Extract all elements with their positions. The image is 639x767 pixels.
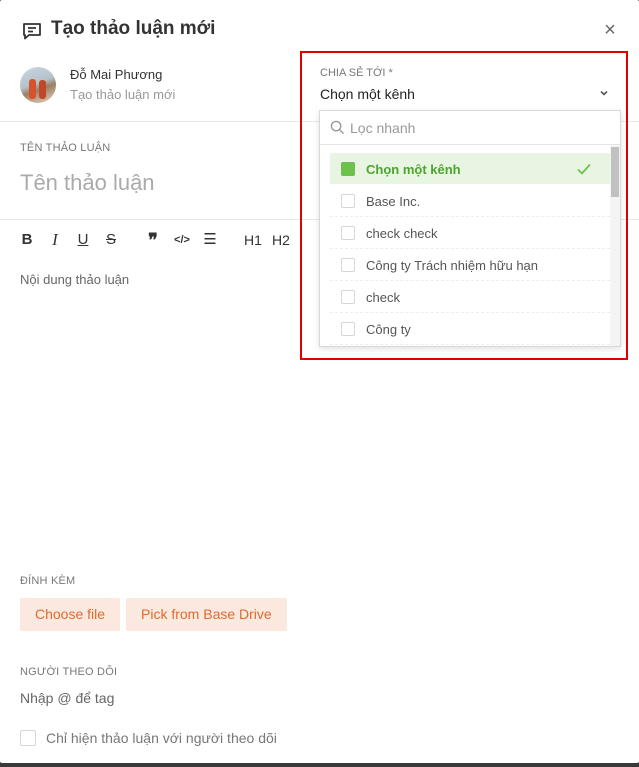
choose-file-button[interactable]: Choose file	[20, 598, 121, 631]
channel-select[interactable]: Chọn một kênh	[320, 86, 415, 102]
option-checkbox[interactable]	[341, 322, 355, 336]
checkmark-icon	[577, 163, 591, 175]
share-label: CHIA SẺ TỚI *	[320, 67, 393, 79]
bold-button[interactable]: B	[18, 228, 36, 252]
channel-option[interactable]: check	[330, 281, 610, 313]
strikethrough-button[interactable]: S	[102, 228, 120, 252]
option-checkbox[interactable]	[341, 162, 355, 176]
author-name: Đỗ Mai Phương	[70, 67, 163, 82]
followers-only-checkbox[interactable]	[20, 730, 36, 746]
channel-list: Chọn một kênh Base Inc. check check Công…	[330, 153, 610, 345]
option-checkbox[interactable]	[341, 194, 355, 208]
chevron-down-icon[interactable]	[598, 87, 610, 99]
option-label: check	[366, 290, 400, 305]
modal-title: Tạo thảo luận mới	[51, 18, 216, 39]
underline-button[interactable]: U	[74, 228, 92, 252]
follower-tag-input[interactable]: Nhập @ để tag	[20, 690, 114, 706]
followers-label: NGƯỜI THEO DÕI	[20, 666, 118, 678]
quote-button[interactable]: ❞	[144, 228, 162, 252]
channel-option[interactable]: check check	[330, 217, 610, 249]
option-label: Base Inc.	[366, 194, 421, 209]
search-placeholder: Lọc nhanh	[350, 120, 416, 136]
channel-dropdown: Lọc nhanh Chọn một kênh Base Inc. check …	[319, 110, 621, 347]
option-checkbox[interactable]	[341, 226, 355, 240]
close-icon[interactable]: ×	[600, 20, 620, 40]
scrollbar-thumb[interactable]	[611, 147, 619, 197]
avatar	[20, 67, 56, 103]
channel-option[interactable]: Chọn một kênh	[330, 153, 610, 185]
create-discussion-modal: Tạo thảo luận mới × Đỗ Mai Phương Tạo th…	[0, 0, 639, 763]
author-info: Đỗ Mai Phương Tạo thảo luận mới	[20, 64, 300, 108]
channel-option[interactable]: Base Inc.	[330, 185, 610, 217]
option-label: check check	[366, 226, 438, 241]
author-subtitle: Tạo thảo luận mới	[70, 87, 176, 102]
heading-1-button[interactable]: H1	[242, 228, 264, 252]
channel-option[interactable]: Công ty Trách nhiệm hữu hạn	[330, 249, 610, 281]
option-checkbox[interactable]	[341, 258, 355, 272]
option-checkbox[interactable]	[341, 290, 355, 304]
align-button[interactable]: ☰	[200, 228, 220, 252]
chat-icon	[23, 23, 41, 40]
dropdown-search[interactable]: Lọc nhanh	[320, 111, 620, 145]
italic-button[interactable]: I	[46, 228, 64, 252]
attachments-label: ĐÍNH KÈM	[20, 575, 76, 587]
title-label: TÊN THẢO LUẬN	[20, 142, 111, 154]
backdrop-edge	[0, 763, 639, 767]
content-editor[interactable]: Nội dung thảo luận	[20, 272, 129, 287]
search-icon	[330, 120, 345, 135]
heading-2-button[interactable]: H2	[270, 228, 292, 252]
code-button[interactable]: </>	[172, 228, 192, 252]
pick-from-drive-button[interactable]: Pick from Base Drive	[126, 598, 287, 631]
channel-option[interactable]: Công ty	[330, 313, 610, 345]
option-label: Công ty Trách nhiệm hữu hạn	[366, 258, 539, 273]
followers-only-label: Chỉ hiện thảo luận với người theo dõi	[46, 730, 277, 746]
option-label: Chọn một kênh	[366, 162, 461, 177]
option-label: Công ty	[366, 322, 411, 337]
title-input[interactable]: Tên thảo luận	[20, 170, 155, 196]
